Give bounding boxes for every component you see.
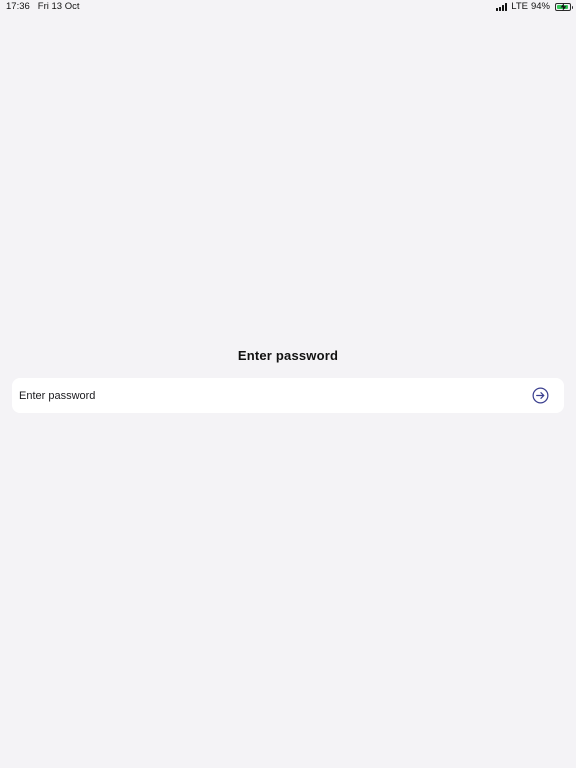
charging-bolt-icon [560, 3, 567, 11]
password-input[interactable] [19, 385, 531, 406]
submit-button[interactable] [531, 387, 549, 405]
cellular-signal-icon [496, 3, 508, 11]
status-left: 17:36 Fri 13 Oct [6, 0, 79, 14]
password-field-container [12, 378, 564, 413]
status-date: Fri 13 Oct [37, 1, 80, 12]
battery-percent: 94% [530, 1, 550, 12]
arrow-right-circle-icon [532, 387, 548, 404]
status-time: 17:36 [6, 1, 30, 12]
network-type: LTE [511, 1, 528, 12]
battery-tip [571, 6, 573, 9]
password-screen: 17:36 Fri 13 Oct LTE 94% Enter password [0, 0, 576, 768]
status-right: LTE 94% [496, 0, 573, 14]
status-bar: 17:36 Fri 13 Oct LTE 94% [0, 0, 576, 14]
battery-icon [555, 3, 573, 11]
page-title: Enter password [237, 348, 339, 363]
